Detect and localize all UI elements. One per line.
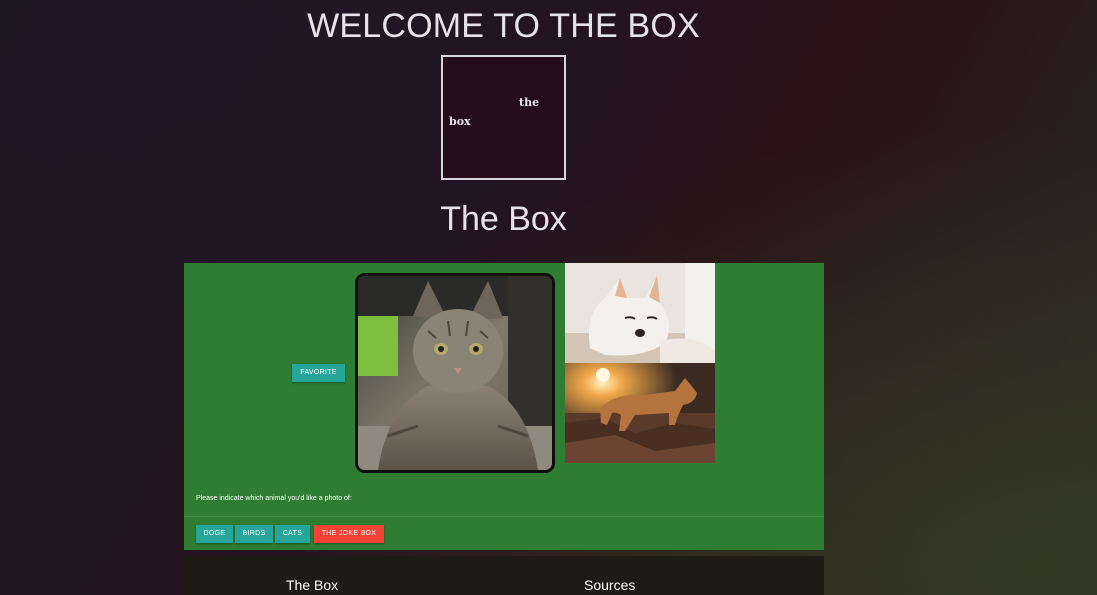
page-heading: WELCOME TO THE BOX [307, 7, 700, 45]
cat-photo [355, 273, 555, 473]
joke-box-button[interactable]: THE JOKE BOX [314, 525, 384, 543]
animal-panel: FAVORITE Please indicate which animal yo… [184, 263, 824, 550]
logo-word-the: the [519, 96, 540, 109]
birds-button[interactable]: BIRDS [235, 525, 273, 543]
the-box-logo: the box [441, 55, 566, 180]
dog-lying-photo [565, 263, 715, 363]
footer-title-the-box: The Box [286, 577, 339, 593]
cat-image [358, 276, 552, 470]
animal-prompt: Please indicate which animal you'd like … [196, 495, 352, 502]
dog-sunset-photo [565, 363, 715, 463]
dog-lying-image [565, 263, 715, 363]
cats-button[interactable]: CATS [275, 525, 310, 543]
dog-sunset-image [565, 363, 715, 463]
page-subtitle: The Box [440, 200, 567, 238]
favorite-button[interactable]: FAVORITE [292, 364, 345, 382]
footer: The Box Sources [184, 556, 824, 595]
panel-divider [184, 516, 824, 517]
doge-button[interactable]: DOGE [196, 525, 233, 543]
logo-word-box: box [449, 115, 471, 128]
footer-title-sources: Sources [584, 577, 636, 593]
